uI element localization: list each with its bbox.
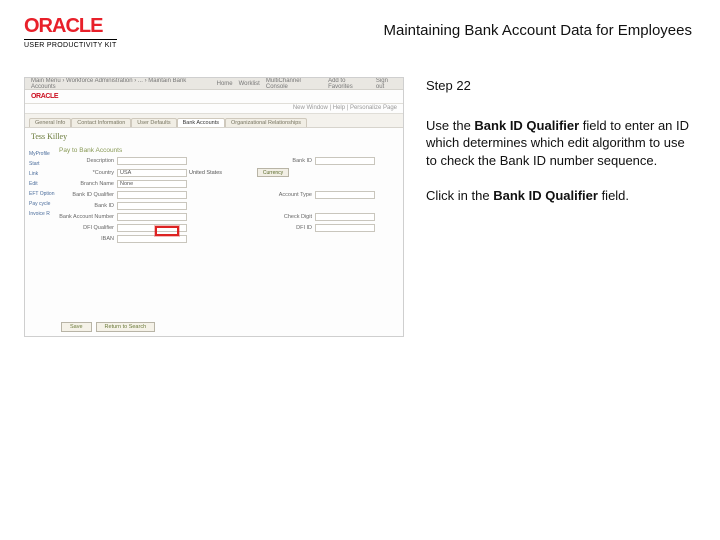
thumb-field: [315, 224, 375, 232]
thumb-leftlink: EFT Option: [29, 189, 55, 199]
text-bold: Bank ID Qualifier: [493, 188, 598, 203]
thumb-label: Account Type: [257, 192, 315, 198]
thumb-country-text: United States: [187, 170, 257, 176]
thumb-field: [315, 191, 375, 199]
thumb-field: None: [117, 180, 187, 188]
thumb-link-signout: Sign out: [376, 78, 397, 90]
thumb-brand-bar: ORACLE: [25, 90, 403, 104]
thumb-label: Check Digit: [257, 214, 315, 220]
instruction-paragraph-1: Use the Bank ID Qualifier field to enter…: [426, 117, 696, 170]
thumb-field-bank-id-qualifier: [117, 191, 187, 199]
thumb-button: Currency: [257, 168, 289, 177]
thumb-tab: User Defaults: [131, 118, 176, 127]
thumb-label: Bank Account Number: [59, 214, 117, 220]
thumb-tabstrip: General Info Contact Information User De…: [25, 114, 403, 128]
thumb-subnav: New Window | Help | Personalize Page: [25, 104, 403, 114]
page-title: Maintaining Bank Account Data for Employ…: [157, 16, 696, 39]
thumb-field: [117, 202, 187, 210]
thumb-link-console: MultiChannel Console: [266, 78, 322, 90]
thumb-leftlink: Edit: [29, 179, 55, 189]
thumb-oracle-logo: ORACLE: [31, 93, 58, 100]
thumb-field: [117, 157, 187, 165]
oracle-wordmark: ORACLE: [24, 16, 102, 36]
thumb-link-favorites: Add to Favorites: [328, 78, 370, 90]
thumb-leftlink: Link: [29, 169, 55, 179]
thumb-panel-title: Pay to Bank Accounts: [59, 147, 395, 154]
thumb-field: [117, 213, 187, 221]
thumb-tab-active: Bank Accounts: [177, 118, 225, 127]
text-run: Use the: [426, 118, 474, 133]
thumb-form-grid: Description Bank ID *Country USA United …: [59, 157, 395, 243]
thumb-leftlink: Start: [29, 159, 55, 169]
screenshot-thumbnail: Main Menu › Workforce Administration › .…: [24, 77, 404, 337]
thumb-leftlink: MyProfile: [29, 149, 55, 159]
thumb-leftlink: Invoice R: [29, 209, 55, 219]
text-run: field.: [598, 188, 629, 203]
highlight-box: [155, 226, 179, 236]
thumb-employee-name: Tess Killey: [25, 128, 403, 143]
thumb-label: Bank ID: [59, 203, 117, 209]
thumb-tab: General Info: [29, 118, 71, 127]
thumb-link-worklist: Worklist: [239, 81, 260, 87]
thumb-link-home: Home: [217, 81, 233, 87]
instruction-panel: Step 22 Use the Bank ID Qualifier field …: [426, 77, 696, 337]
thumb-tab: Organizational Relationships: [225, 118, 307, 127]
thumb-label: IBAN: [59, 236, 117, 242]
thumb-leftlink: Pay cycle: [29, 199, 55, 209]
thumb-breadcrumb: Main Menu › Workforce Administration › .…: [31, 78, 205, 90]
thumb-field: [315, 157, 375, 165]
thumb-label: DFI Qualifier: [59, 225, 117, 231]
thumb-footer: Save Return to Search: [61, 322, 155, 332]
step-label: Step 22: [426, 77, 696, 95]
thumb-breadcrumb-bar: Main Menu › Workforce Administration › .…: [25, 78, 403, 90]
thumb-return-button: Return to Search: [96, 322, 156, 332]
upk-subtitle: USER PRODUCTIVITY KIT: [24, 39, 117, 49]
text-bold: Bank ID Qualifier: [474, 118, 579, 133]
thumb-label: Bank ID: [257, 158, 315, 164]
thumb-field: USA: [117, 169, 187, 177]
thumb-field: [117, 235, 187, 243]
thumb-label: *Country: [59, 170, 117, 176]
thumb-save-button: Save: [61, 322, 92, 332]
thumb-field: [315, 213, 375, 221]
thumb-tab: Contact Information: [71, 118, 131, 127]
thumb-label: Branch Name: [59, 181, 117, 187]
thumb-left-links: MyProfile Start Link Edit EFT Option Pay…: [25, 143, 57, 247]
oracle-upk-logo: ORACLE USER PRODUCTIVITY KIT: [24, 16, 117, 49]
instruction-paragraph-2: Click in the Bank ID Qualifier field.: [426, 187, 696, 205]
thumb-label: Bank ID Qualifier: [59, 192, 117, 198]
text-run: Click in the: [426, 188, 493, 203]
thumb-label: Description: [59, 158, 117, 164]
thumb-label: DFI ID: [257, 225, 315, 231]
